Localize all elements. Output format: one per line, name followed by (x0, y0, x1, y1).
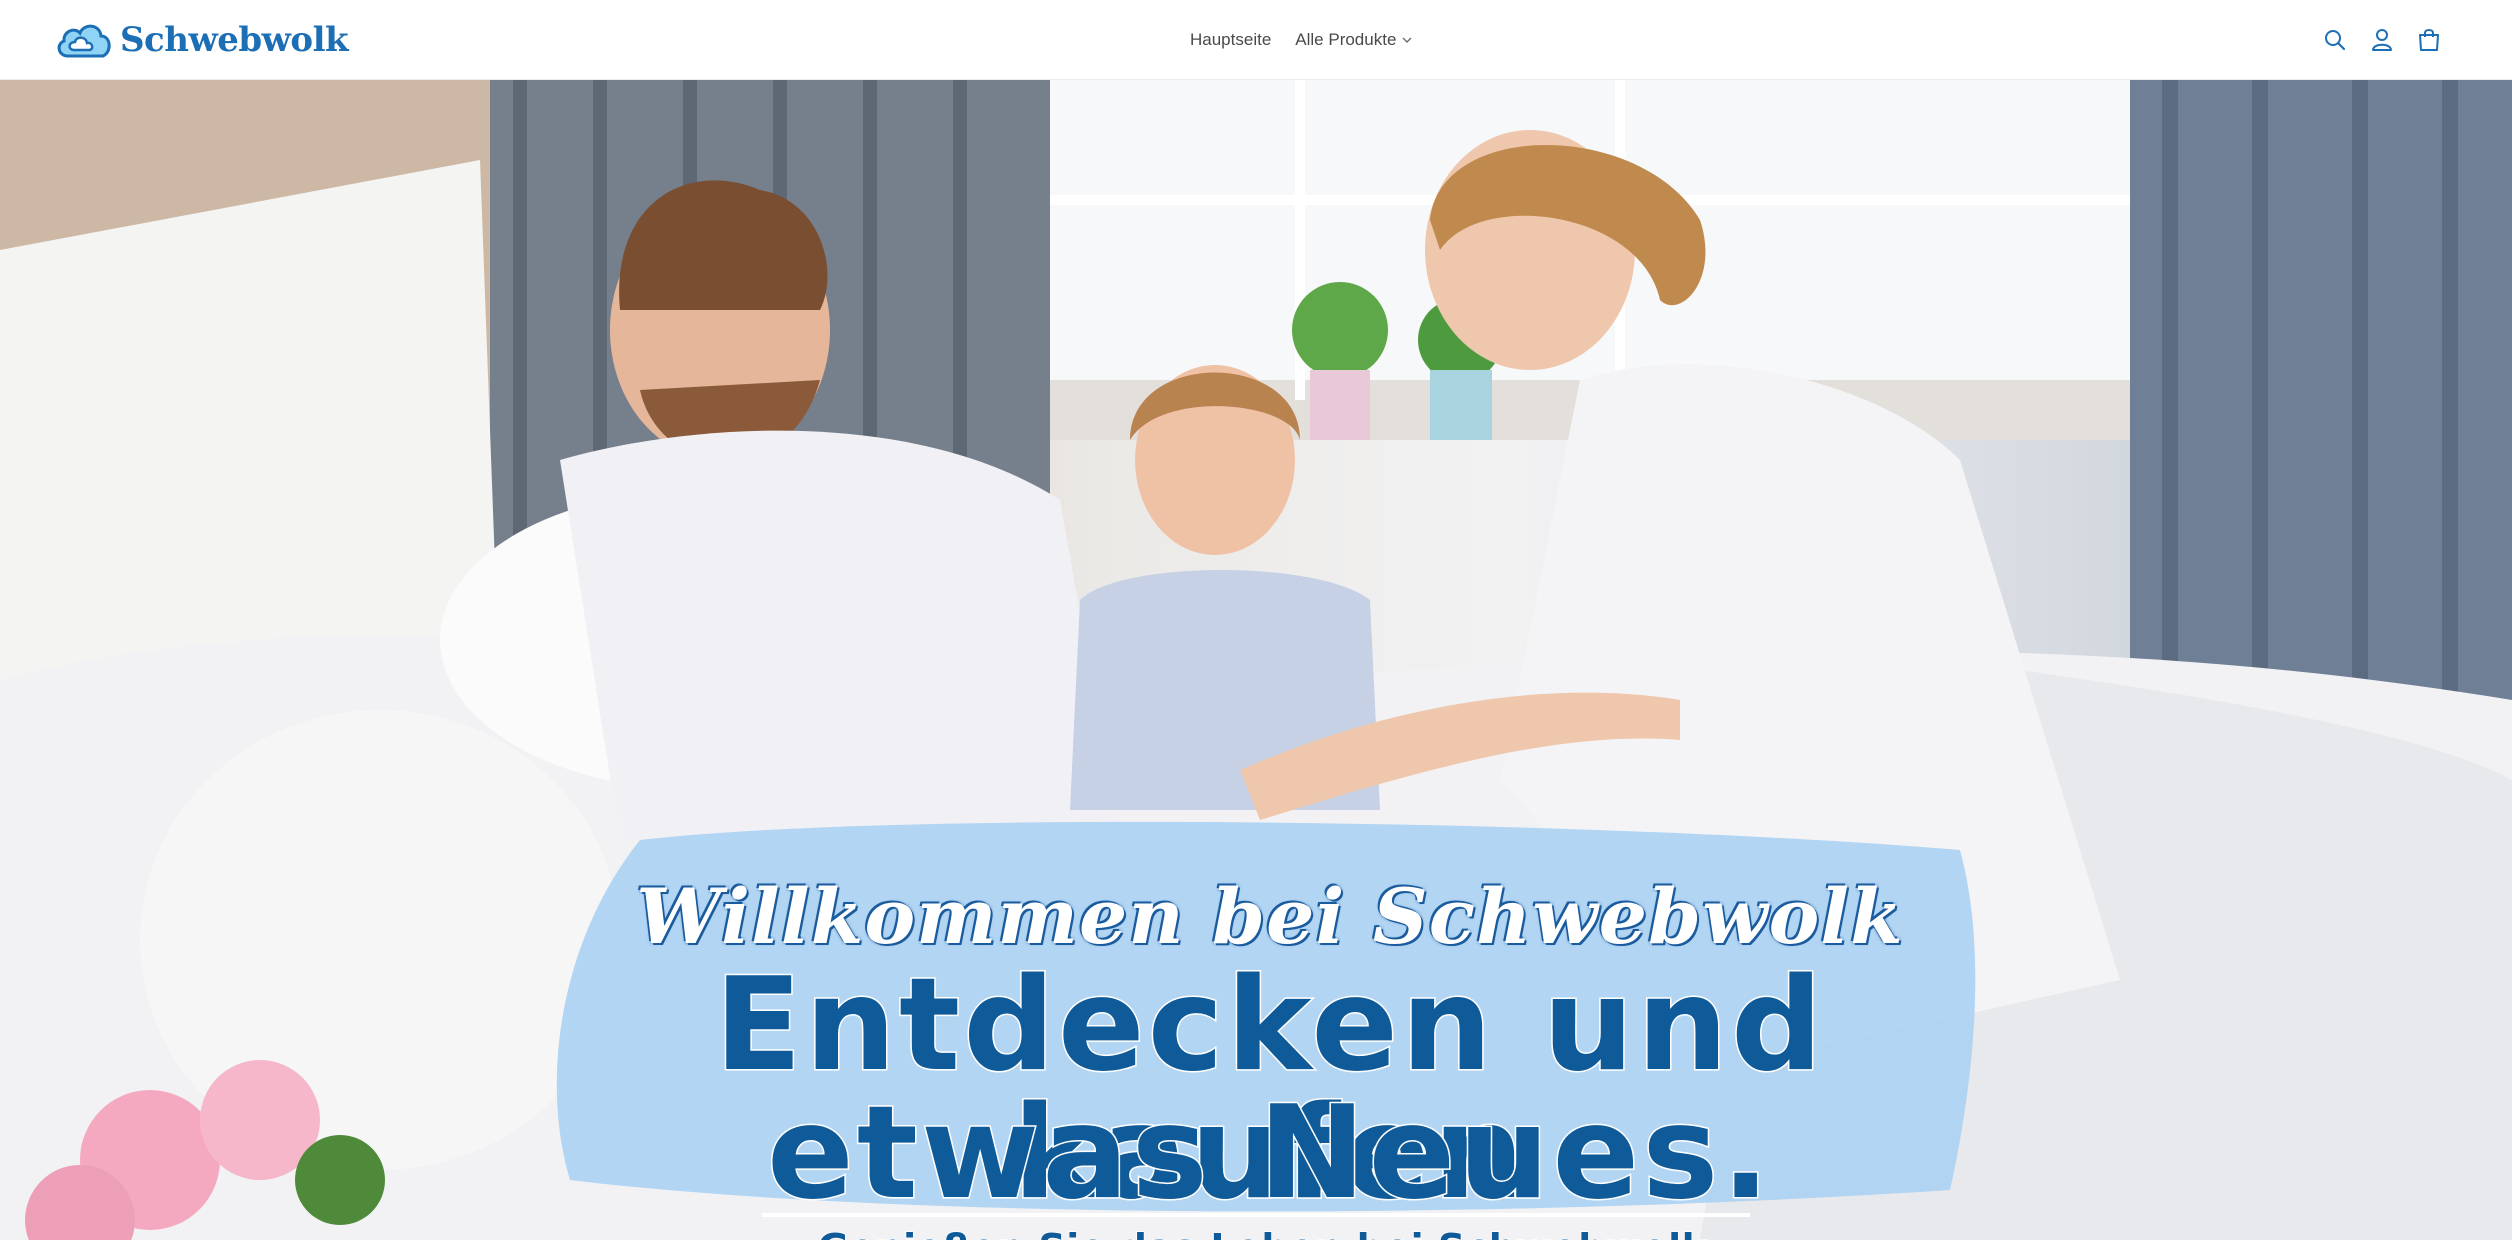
account-button[interactable] (2367, 25, 2397, 55)
hero-tagline: Genießen Sie das Leben bei Schwebwolk. (560, 1225, 1980, 1240)
search-icon (2325, 30, 2346, 51)
hero-divider (762, 1213, 1750, 1217)
site-header: Schwebwolk Hauptseite Alle Produkte (0, 0, 2512, 80)
cart-button[interactable] (2414, 25, 2444, 55)
logo-text: Schwebwolk (120, 20, 349, 60)
nav-item-label: Alle Produkte (1295, 30, 1397, 49)
main-nav: Hauptseite Alle Produkte (1190, 0, 1436, 80)
header-icons (2303, 0, 2444, 80)
account-icon (2372, 29, 2392, 51)
hero-banner[interactable]: Willkommen bei Schwebwolk Entdecken und … (0, 80, 2512, 1240)
hero-welcome-text: Willkommen bei Schwebwolk (636, 872, 1904, 961)
site-logo[interactable]: Schwebwolk (54, 16, 349, 64)
hero-text-banner: Willkommen bei Schwebwolk Entdecken und … (560, 800, 1980, 1240)
nav-item-hauptseite[interactable]: Hauptseite (1190, 30, 1271, 50)
search-button[interactable] (2320, 25, 2350, 55)
chevron-down-icon (1402, 37, 1412, 43)
cloud-logo-icon (57, 24, 111, 58)
cart-icon (2419, 29, 2439, 51)
hero-headline-line2: etwas Neues. (765, 1079, 1774, 1228)
nav-item-label: Hauptseite (1190, 30, 1272, 49)
nav-item-alle-produkte[interactable]: Alle Produkte (1295, 30, 1412, 50)
